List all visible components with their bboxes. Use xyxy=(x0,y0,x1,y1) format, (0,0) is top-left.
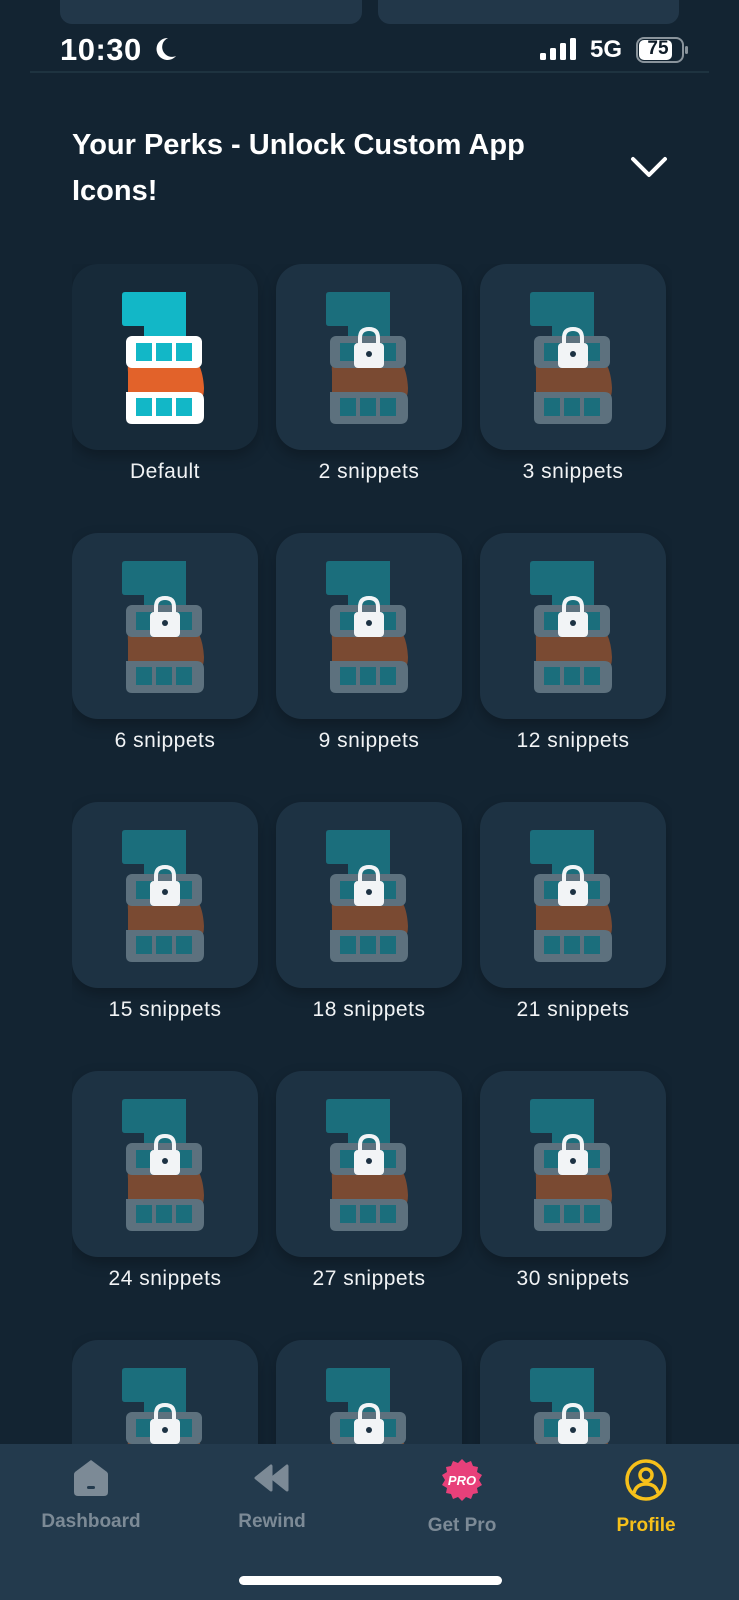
app-icon-option[interactable]: 24 snippets xyxy=(72,1071,258,1291)
app-icon-option[interactable]: 30 snippets xyxy=(480,1071,666,1291)
moon-icon xyxy=(156,37,176,60)
signal-icon xyxy=(540,38,576,60)
app-icon-option[interactable]: 12 snippets xyxy=(480,533,666,753)
lock-icon xyxy=(558,864,588,906)
locked-icon-tile[interactable] xyxy=(480,802,666,988)
tab-dashboard[interactable]: Dashboard xyxy=(21,1458,161,1533)
lock-icon xyxy=(150,864,180,906)
locked-icon-tile[interactable] xyxy=(72,1340,258,1444)
lock-icon xyxy=(558,595,588,637)
status-time: 10:30 xyxy=(60,32,142,67)
lock-icon xyxy=(354,326,384,368)
default-icon-tile[interactable] xyxy=(72,264,258,450)
icon-option-label: 3 snippets xyxy=(522,460,624,483)
locked-icon-tile[interactable] xyxy=(276,802,462,988)
previous-card-right[interactable] xyxy=(377,0,679,24)
app-icon-option[interactable] xyxy=(480,1340,666,1444)
rewind-icon xyxy=(254,1464,289,1492)
locked-icon-tile[interactable] xyxy=(480,264,666,450)
locked-icon-tile[interactable] xyxy=(276,1340,462,1444)
icon-option-label: 24 snippets xyxy=(108,1267,222,1290)
tab-label: Dashboard xyxy=(41,1511,141,1532)
locked-icon-tile[interactable] xyxy=(480,1071,666,1257)
app-icon-option[interactable] xyxy=(72,1340,258,1444)
lock-icon xyxy=(354,864,384,906)
house-icon xyxy=(74,1460,108,1496)
lock-icon xyxy=(150,1402,180,1444)
icon-option-label: 18 snippets xyxy=(312,998,426,1021)
chevron-down-icon[interactable] xyxy=(630,155,668,181)
locked-icon-tile[interactable] xyxy=(276,533,462,719)
app-icon-grid: Default 2 snippets 3 snippets 6 snippets 9 s… xyxy=(72,264,672,1444)
locked-icon-tile[interactable] xyxy=(276,264,462,450)
lock-icon xyxy=(354,1133,384,1175)
app-icon-option[interactable]: 3 snippets xyxy=(480,264,666,484)
locked-icon-tile[interactable] xyxy=(72,1071,258,1257)
icon-option-label: 30 snippets xyxy=(516,1267,630,1290)
icon-option-label: Default xyxy=(129,460,201,483)
tab-label: Profile xyxy=(616,1515,676,1536)
tab-label: Get Pro xyxy=(427,1515,497,1536)
lock-icon xyxy=(150,1133,180,1175)
previous-card-left[interactable] xyxy=(60,0,362,24)
tab-label: Rewind xyxy=(238,1511,306,1532)
icon-option-label: 12 snippets xyxy=(516,729,630,752)
icon-option-label: 6 snippets xyxy=(114,729,216,752)
profile-icon xyxy=(625,1459,667,1501)
app-icon-option[interactable] xyxy=(276,1340,462,1444)
lock-icon xyxy=(150,595,180,637)
lock-icon xyxy=(558,326,588,368)
previous-section-cards xyxy=(60,0,679,24)
network-type: 5G xyxy=(590,36,623,63)
icon-option-label: 2 snippets xyxy=(318,460,420,483)
app-logo-icon xyxy=(122,292,204,424)
app-icon-option[interactable]: 18 snippets xyxy=(276,802,462,1022)
lock-icon xyxy=(354,595,384,637)
app-icon-option[interactable]: 27 snippets xyxy=(276,1071,462,1291)
tab-rewind[interactable]: Rewind xyxy=(202,1458,342,1533)
icon-option-label: 9 snippets xyxy=(318,729,420,752)
icon-option-label: 27 snippets xyxy=(312,1267,426,1290)
pro-badge-icon: PRO xyxy=(442,1459,482,1501)
divider xyxy=(30,71,709,73)
app-icon-option[interactable]: Default xyxy=(72,264,258,484)
locked-icon-tile[interactable] xyxy=(72,802,258,988)
icon-option-label: 21 snippets xyxy=(516,998,630,1021)
home-indicator[interactable] xyxy=(239,1576,502,1585)
tab-profile[interactable]: Profile xyxy=(576,1458,716,1537)
app-icon-option[interactable]: 2 snippets xyxy=(276,264,462,484)
locked-icon-tile[interactable] xyxy=(276,1071,462,1257)
battery-level: 75 xyxy=(647,38,669,59)
lock-icon xyxy=(558,1402,588,1444)
lock-icon xyxy=(558,1133,588,1175)
app-icon-option[interactable]: 15 snippets xyxy=(72,802,258,1022)
app-icon-option[interactable]: 9 snippets xyxy=(276,533,462,753)
locked-icon-tile[interactable] xyxy=(480,533,666,719)
locked-icon-tile[interactable] xyxy=(72,533,258,719)
app-icon-option[interactable]: 6 snippets xyxy=(72,533,258,753)
status-bar: 10:30 5G 75 xyxy=(0,30,739,74)
locked-icon-tile[interactable] xyxy=(480,1340,666,1444)
section-title: Your Perks - Unlock Custom App Icons! xyxy=(72,129,525,207)
tab-get-pro[interactable]: PRO Get Pro xyxy=(392,1458,532,1537)
icon-option-label: 15 snippets xyxy=(108,998,222,1021)
app-icon-option[interactable]: 21 snippets xyxy=(480,802,666,1022)
pro-badge-text: PRO xyxy=(448,1473,476,1488)
lock-icon xyxy=(354,1402,384,1444)
